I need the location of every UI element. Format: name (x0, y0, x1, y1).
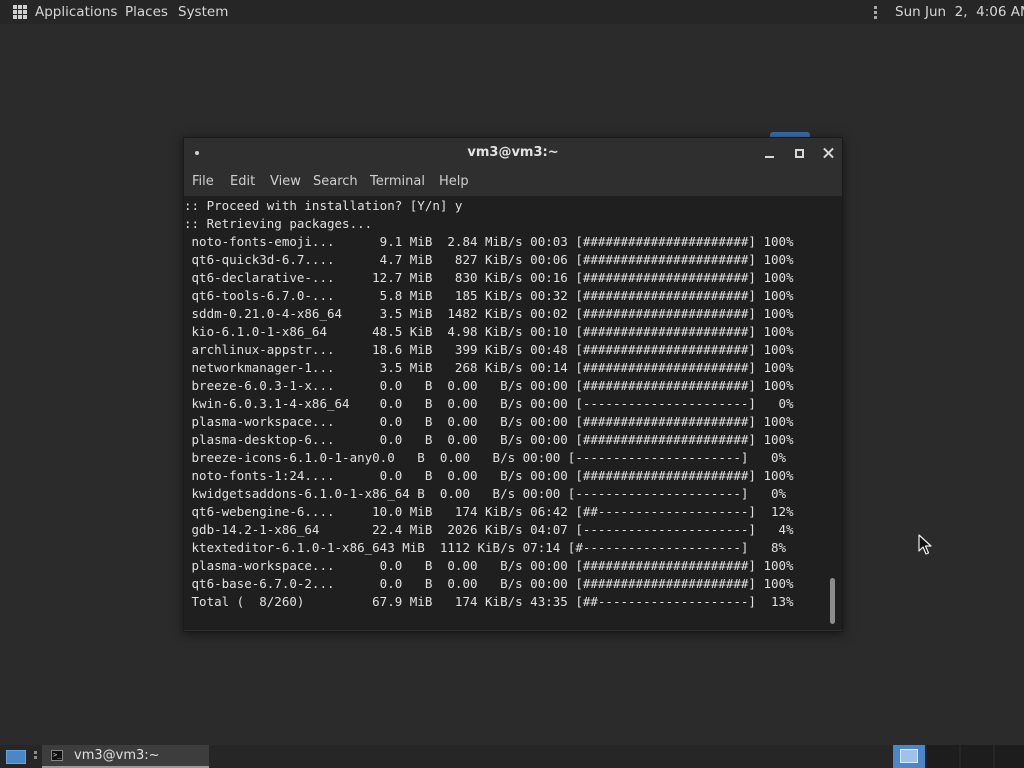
terminal-line: noto-fonts-1:24.... 0.0 B 0.00 B/s 00:00… (184, 468, 794, 483)
terminal-output[interactable]: :: Proceed with installation? [Y/n] y ::… (184, 196, 842, 630)
terminal-line: ktexteditor-6.1.0-1-x86_643 MiB 1112 KiB… (184, 540, 787, 555)
workspace-2[interactable] (927, 745, 959, 768)
system-menu[interactable]: System (178, 4, 228, 20)
terminal-line: noto-fonts-emoji... 9.1 MiB 2.84 MiB/s 0… (184, 234, 794, 249)
workspace-1[interactable] (893, 745, 925, 768)
applications-grid-icon[interactable] (13, 5, 27, 19)
terminal-icon: >_ (51, 750, 63, 761)
bottom-panel: >_ vm3@vm3:~ (0, 745, 1024, 768)
terminal-line: qt6-webengine-6.... 10.0 MiB 174 KiB/s 0… (184, 504, 794, 519)
terminal-line: kwidgetsaddons-6.1.0-1-x86_64 B 0.00 B/s… (184, 486, 787, 501)
terminal-line: qt6-quick3d-6.7.... 4.7 MiB 827 KiB/s 00… (184, 252, 794, 267)
terminal-line: :: Retrieving packages... (184, 216, 373, 231)
terminal-line: :: Proceed with installation? [Y/n] y (184, 198, 463, 213)
menu-view[interactable]: View (270, 174, 301, 189)
mouse-cursor-icon (918, 534, 932, 555)
terminal-line: qt6-tools-6.7.0-... 5.8 MiB 185 KiB/s 00… (184, 288, 794, 303)
terminal-line: kwin-6.0.3.1-4-x86_64 0.0 B 0.00 B/s 00:… (184, 396, 794, 411)
terminal-line: breeze-6.0.3-1-x... 0.0 B 0.00 B/s 00:00… (184, 378, 794, 393)
terminal-line: archlinux-appstr... 18.6 MiB 399 KiB/s 0… (184, 342, 794, 357)
terminal-line: qt6-declarative-... 12.7 MiB 830 KiB/s 0… (184, 270, 794, 285)
terminal-line: plasma-workspace... 0.0 B 0.00 B/s 00:00… (184, 414, 794, 429)
terminal-line: Total ( 8/260) 67.9 MiB 174 KiB/s 43:35 … (184, 594, 794, 609)
menu-help[interactable]: Help (439, 174, 469, 189)
close-button[interactable] (820, 144, 838, 162)
top-panel: Applications Places System Sun Jun 2, 4:… (0, 0, 1024, 24)
menu-file[interactable]: File (192, 174, 214, 189)
window-title: vm3@vm3:~ (467, 145, 559, 160)
terminal-line: plasma-workspace... 0.0 B 0.00 B/s 00:00… (184, 558, 794, 573)
terminal-line: networkmanager-1... 3.5 MiB 268 KiB/s 00… (184, 360, 794, 375)
show-desktop-button[interactable] (6, 750, 26, 764)
terminal-window: vm3@vm3:~ File Edit View Search Terminal… (183, 137, 843, 632)
minimize-button[interactable] (761, 144, 779, 162)
terminal-line: plasma-desktop-6... 0.0 B 0.00 B/s 00:00… (184, 432, 794, 447)
terminal-line: breeze-icons-6.1.0-1-any0.0 B 0.00 B/s 0… (184, 450, 787, 465)
workspace-window-thumb (900, 749, 918, 763)
places-menu[interactable]: Places (125, 4, 168, 20)
workspace-3[interactable] (961, 745, 993, 768)
menu-terminal[interactable]: Terminal (370, 174, 425, 189)
maximize-button[interactable] (790, 144, 808, 162)
taskbar-item-label: vm3@vm3:~ (74, 748, 160, 763)
workspace-4[interactable] (995, 745, 1024, 768)
menu-search[interactable]: Search (313, 174, 358, 189)
panel-handle-icon[interactable] (34, 751, 38, 763)
scrollbar-thumb[interactable] (830, 578, 835, 624)
window-titlebar[interactable]: vm3@vm3:~ (184, 138, 842, 168)
clock[interactable]: Sun Jun 2, 4:06 AM (895, 4, 1024, 20)
applications-menu[interactable]: Applications (35, 4, 117, 20)
panel-options-icon[interactable] (874, 6, 877, 19)
terminal-line: sddm-0.21.0-4-x86_64 3.5 MiB 1482 KiB/s … (184, 306, 794, 321)
terminal-line: kio-6.1.0-1-x86_64 48.5 KiB 4.98 KiB/s 0… (184, 324, 794, 339)
taskbar-item-terminal[interactable]: >_ vm3@vm3:~ (42, 745, 209, 768)
terminal-line: gdb-14.2-1-x86_64 22.4 MiB 2026 KiB/s 04… (184, 522, 794, 537)
menu-edit[interactable]: Edit (230, 174, 255, 189)
menu-bar: File Edit View Search Terminal Help (184, 168, 842, 196)
terminal-line: qt6-base-6.7.0-2... 0.0 B 0.00 B/s 00:00… (184, 576, 794, 591)
